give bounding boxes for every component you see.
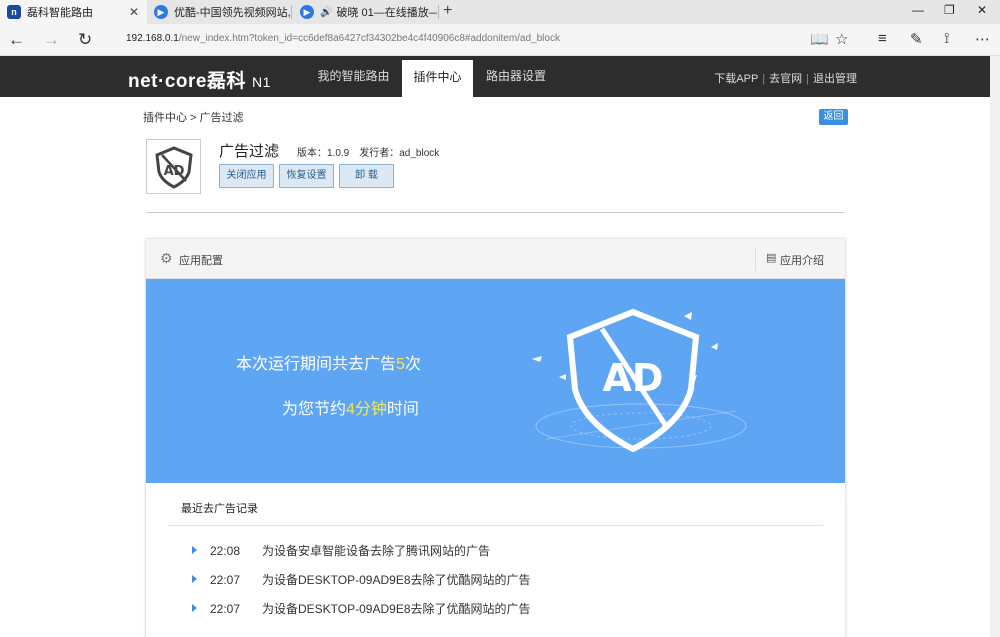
- nav-right-links: 下载APP | 去官网 | 退出管理: [714, 73, 857, 85]
- browser-tab-strip: n 磊科智能路由 ✕ ▶ 优酷-中国领先视频网站,提供 ▶ 🔊 破晓 01—在线…: [0, 0, 1000, 24]
- restore-settings-button[interactable]: 恢复设置: [279, 164, 334, 188]
- divider: [146, 212, 844, 213]
- logo-text: net·core磊科: [128, 71, 246, 92]
- netcore-favicon-icon: n: [7, 5, 21, 19]
- app-version: 版本：1.0.9: [297, 148, 350, 159]
- records-title: 最近去广告记录: [181, 503, 258, 515]
- back-arrow-icon[interactable]: ←: [8, 30, 25, 50]
- url-field[interactable]: 192.168.0.1/new_index.htm?token_id=cc6de…: [126, 33, 560, 44]
- triangle-bullet-icon: [192, 604, 197, 612]
- tab-router[interactable]: n 磊科智能路由 ✕: [0, 0, 147, 24]
- gear-icon[interactable]: ⚙: [160, 250, 173, 267]
- app-intro-tab[interactable]: 应用介绍: [780, 252, 824, 268]
- record-time: 22:07: [210, 573, 241, 587]
- download-app-link[interactable]: 下载APP: [714, 73, 758, 85]
- close-tab-icon[interactable]: ✕: [129, 5, 139, 19]
- uninstall-button[interactable]: 卸 载: [339, 164, 394, 188]
- document-icon[interactable]: ▤: [766, 251, 776, 264]
- app-publisher: 发行者：ad_block: [359, 148, 440, 159]
- time-saved-stat: 为您节约4分钟时间: [282, 401, 419, 418]
- page-scrollbar[interactable]: [990, 56, 1000, 637]
- ads-removed-stat: 本次运行期间共去广告5次: [236, 356, 421, 373]
- address-bar: ← → ↻ 192.168.0.1/new_index.htm?token_id…: [0, 24, 1000, 56]
- web-note-icon[interactable]: ✎: [910, 30, 923, 48]
- youku-favicon-icon: ▶: [154, 5, 168, 19]
- header-separator: [755, 247, 756, 271]
- youku-favicon-icon: ▶: [300, 5, 314, 19]
- minimize-icon[interactable]: —: [912, 3, 924, 17]
- breadcrumb: 插件中心 > 广告过滤: [143, 112, 244, 124]
- url-path: /new_index.htm?token_id=cc6def8a6427cf34…: [178, 33, 560, 44]
- more-icon[interactable]: ⋯: [975, 30, 990, 48]
- records-separator: [168, 525, 823, 526]
- triangle-bullet-icon: [192, 575, 197, 583]
- page: net·core磊科 N1 我的智能路由 插件中心 路由器设置 下载APP | 去官网…: [0, 56, 990, 637]
- tab-title: 优酷-中国领先视频网站,提供: [174, 7, 291, 19]
- official-site-link[interactable]: 去官网: [769, 73, 802, 85]
- tab-separator: [291, 5, 292, 19]
- url-host: 192.168.0.1: [126, 33, 179, 44]
- list-item: 22:07 为设备DESKTOP-09AD9E8去除了优酷网站的广告: [192, 571, 531, 588]
- close-app-button[interactable]: 关闭应用: [219, 164, 274, 188]
- top-nav: net·core磊科 N1 我的智能路由 插件中心 路由器设置 下载APP | 去官网…: [0, 56, 990, 97]
- speaker-icon[interactable]: 🔊: [320, 7, 332, 18]
- refresh-icon[interactable]: ↻: [78, 30, 92, 50]
- model-name: N1: [251, 74, 271, 90]
- tab-poxiao[interactable]: ▶ 🔊 破晓 01—在线播放—《: [293, 0, 437, 24]
- ad-block-app-icon: AD: [146, 139, 201, 194]
- tab-separator: [438, 5, 439, 19]
- app-config-tab[interactable]: 应用配置: [179, 252, 223, 268]
- record-text: 为设备安卓智能设备去除了腾讯网站的广告: [262, 544, 491, 558]
- record-time: 22:07: [210, 602, 241, 616]
- restore-icon[interactable]: ❐: [944, 3, 955, 17]
- tab-youku[interactable]: ▶ 优酷-中国领先视频网站,提供: [147, 0, 291, 24]
- netcore-logo: net·core磊科 N1: [128, 66, 271, 93]
- back-button[interactable]: 返回: [819, 109, 848, 125]
- card-header: ⚙ 应用配置 ▤ 应用介绍: [146, 239, 845, 279]
- stats-banner: 本次运行期间共去广告5次 为您节约4分钟时间 AD: [146, 279, 845, 483]
- app-meta: 版本：1.0.9 发行者：ad_block: [297, 144, 439, 159]
- triangle-bullet-icon: [192, 546, 197, 554]
- app-title: 广告过滤: [219, 143, 280, 160]
- share-icon[interactable]: ⟟: [944, 30, 950, 47]
- time-saved-value: 4分钟: [346, 401, 387, 418]
- nav-plugin-center[interactable]: 插件中心: [402, 60, 473, 97]
- new-tab-icon[interactable]: +: [443, 2, 452, 20]
- hub-icon[interactable]: ≡: [878, 30, 887, 47]
- nav-my-router[interactable]: 我的智能路由: [306, 56, 401, 97]
- logout-link[interactable]: 退出管理: [813, 73, 857, 85]
- reading-view-icon[interactable]: 📖: [810, 30, 829, 48]
- forward-arrow-icon[interactable]: →: [43, 30, 60, 50]
- favorite-star-icon[interactable]: ☆: [835, 30, 848, 48]
- record-time: 22:08: [210, 544, 241, 558]
- nav-router-settings[interactable]: 路由器设置: [475, 56, 557, 97]
- list-item: 22:08 为设备安卓智能设备去除了腾讯网站的广告: [192, 542, 490, 559]
- ads-removed-count: 5: [396, 356, 405, 373]
- tab-title: 磊科智能路由: [27, 7, 93, 19]
- ad-shield-illustration: AD: [532, 308, 747, 453]
- tab-title: 破晓 01—在线播放—《: [336, 7, 437, 19]
- app-card: ⚙ 应用配置 ▤ 应用介绍 本次运行期间共去广告5次 为您节约4分钟时间 AD: [146, 239, 845, 637]
- record-text: 为设备DESKTOP-09AD9E8去除了优酷网站的广告: [262, 573, 531, 587]
- list-item: 22:07 为设备DESKTOP-09AD9E8去除了优酷网站的广告: [192, 600, 531, 617]
- close-window-icon[interactable]: ✕: [977, 3, 987, 17]
- record-text: 为设备DESKTOP-09AD9E8去除了优酷网站的广告: [262, 602, 531, 616]
